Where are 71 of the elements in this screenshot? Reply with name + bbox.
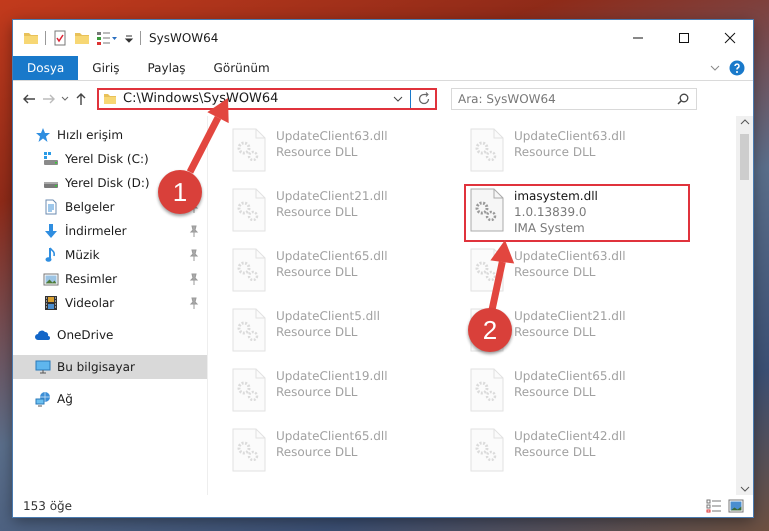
dll-file-icon: [232, 368, 266, 412]
dll-file-icon: [470, 188, 504, 232]
sidebar-item[interactable]: OneDrive: [13, 323, 122, 347]
sidebar-item[interactable]: Videolar: [13, 291, 122, 315]
details-view-button[interactable]: [705, 498, 723, 514]
film-icon: [43, 295, 59, 311]
help-icon[interactable]: [729, 60, 745, 76]
file-version: 1.0.13839.0: [514, 204, 588, 220]
recent-locations-button[interactable]: [61, 96, 69, 102]
file-description: Resource DLL: [514, 264, 596, 280]
star-icon: [35, 127, 51, 143]
ribbon-tab[interactable]: Giriş: [78, 56, 134, 80]
sidebar-item[interactable]: Belgeler: [13, 195, 123, 219]
dll-file-icon: [232, 128, 266, 172]
sidebar-item[interactable]: Yerel Disk (D:): [13, 171, 158, 195]
window-title: SysWOW64: [149, 31, 218, 45]
dll-file-icon: [470, 248, 504, 292]
sidebar-item[interactable]: Hızlı erişim: [13, 123, 132, 147]
address-path: C:\Windows\SysWOW64: [123, 91, 280, 106]
dll-file-icon: [470, 428, 504, 472]
document-icon: [43, 199, 59, 215]
sidebar-item[interactable]: Resimler: [13, 267, 126, 291]
ribbon-tab[interactable]: Paylaş: [133, 56, 200, 80]
network-icon: [35, 391, 51, 407]
close-icon: [724, 32, 736, 44]
caret-down-icon: [740, 485, 750, 493]
address-bar[interactable]: C:\Windows\SysWOW64: [97, 88, 437, 110]
properties-checklist-icon[interactable]: [52, 30, 68, 46]
refresh-icon[interactable]: [417, 92, 431, 106]
file-description: Resource DLL: [514, 444, 596, 460]
view-options-icon[interactable]: [96, 30, 118, 46]
file-description: Resource DLL: [276, 444, 358, 460]
dll-file-icon: [232, 188, 266, 232]
file-description: Resource DLL: [276, 384, 358, 400]
ribbon-tab[interactable]: Dosya: [13, 56, 78, 80]
file-description: Resource DLL: [276, 324, 358, 340]
file-description: IMA System: [514, 220, 586, 236]
file-description: Resource DLL: [276, 144, 358, 160]
file-description: Resource DLL: [276, 264, 358, 280]
file-description: Resource DLL: [514, 324, 596, 340]
picture-icon: [43, 271, 59, 287]
search-icon: [677, 92, 689, 104]
scrollbar-thumb[interactable]: [740, 134, 749, 180]
sidebar-item[interactable]: Yerel Disk (C:): [13, 147, 157, 171]
file-description: Resource DLL: [276, 204, 358, 220]
large-icons-view-button[interactable]: [727, 498, 745, 514]
details-view-icon: [706, 499, 722, 513]
file-description: Resource DLL: [514, 384, 596, 400]
search-field[interactable]: Ara: SysWOW64: [451, 88, 697, 110]
maximize-icon: [678, 32, 690, 44]
ribbon-tab[interactable]: Görünüm: [200, 56, 284, 80]
drive-icon: [43, 151, 59, 167]
dll-file-icon: [232, 248, 266, 292]
item-count: 153 öğe: [23, 499, 72, 513]
dll-file-icon: [470, 128, 504, 172]
caret-up-icon: [740, 118, 750, 126]
sidebar-item[interactable]: Bu bilgisayar: [13, 355, 207, 379]
caret-icon: [61, 96, 69, 102]
dll-file-icon: [232, 308, 266, 352]
dll-file-icon: [470, 368, 504, 412]
large-icons-view-icon: [728, 499, 744, 513]
monitor-icon: [35, 359, 51, 375]
sidebar-item[interactable]: Müzik: [13, 243, 108, 267]
folder-icon: [103, 92, 117, 106]
annotation-arrow: [488, 240, 514, 311]
sidebar-item[interactable]: Ağ: [13, 387, 81, 411]
download-arrow-icon: [43, 223, 59, 239]
dll-file-icon: [232, 428, 266, 472]
file-name[interactable]: imasystem.dll: [514, 188, 598, 204]
file-description: Resource DLL: [514, 144, 596, 160]
sidebar-item[interactable]: İndirmeler: [13, 219, 135, 243]
